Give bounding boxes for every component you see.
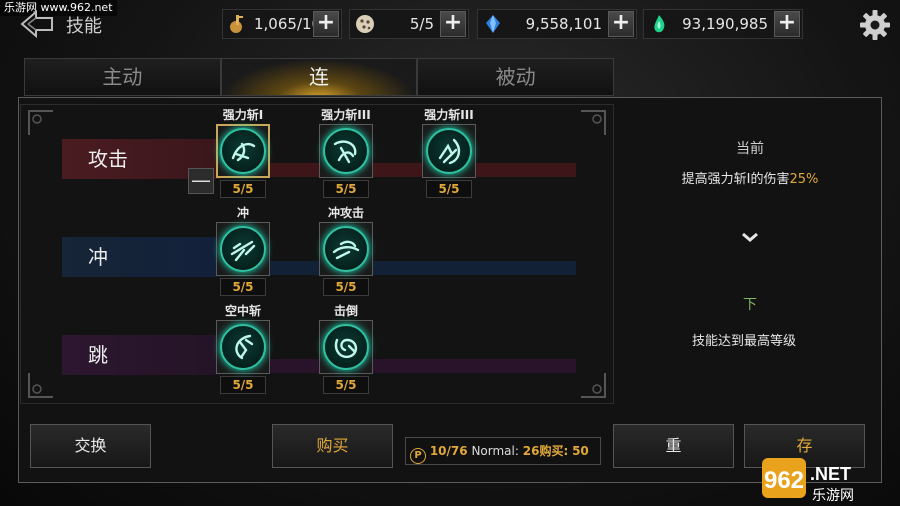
- dash-attack-skill-icon: [323, 226, 369, 272]
- key-icon: [226, 12, 250, 36]
- current-description: 提高强力斩I的伤害25%: [620, 168, 880, 187]
- skill-name: 强力斩III: [424, 108, 474, 122]
- chevron-down-icon: [620, 230, 880, 248]
- skill-orb[interactable]: [216, 320, 270, 374]
- page-title: 技能: [66, 16, 102, 37]
- current-label: 当前: [736, 141, 764, 157]
- skill-knockdown[interactable]: 击倒 5/5: [319, 304, 373, 394]
- add-keys-button[interactable]: +: [313, 11, 339, 37]
- slash-skill-icon: [323, 128, 369, 174]
- back-icon[interactable]: [18, 8, 58, 40]
- next-label: 下: [743, 297, 757, 313]
- cookie-count: 5/5: [409, 15, 434, 33]
- skill-dash[interactable]: 冲 5/5: [216, 206, 270, 296]
- resource-crystals: 9,558,101 +: [477, 9, 637, 39]
- tab-active-skills[interactable]: 主动: [24, 58, 221, 96]
- skill-name: 空中斩: [224, 304, 261, 318]
- skill-level: 5/5: [323, 180, 369, 198]
- air-slash-skill-icon: [220, 324, 266, 370]
- swap-button[interactable]: 交换: [30, 424, 151, 468]
- slash-skill-icon: [426, 128, 472, 174]
- gear-icon[interactable]: [858, 8, 892, 42]
- logo-number: 962: [764, 467, 804, 494]
- site-logo-watermark: 962 .NET 乐游网: [760, 452, 900, 506]
- skill-orb-selected[interactable]: [216, 124, 270, 178]
- corner-ornament: [579, 371, 607, 399]
- skill-level: 5/5: [220, 180, 266, 198]
- collapse-button[interactable]: —: [188, 168, 214, 194]
- buy-button[interactable]: 购买: [272, 424, 393, 468]
- game-screen: 乐游网 www.962.net 技能 1,065/10 + 5/5 + 9,55…: [0, 0, 900, 506]
- skill-power-slash-3[interactable]: 强力斩III 5/5: [422, 108, 476, 198]
- resource-cookies: 5/5 +: [349, 9, 469, 39]
- points-buy-value: 50: [572, 444, 589, 458]
- add-souls-button[interactable]: +: [774, 11, 800, 37]
- slash-skill-icon: [220, 128, 266, 174]
- points-buy-label: 购买:: [539, 444, 569, 458]
- skill-points-display: P 10/76 Normal: 26购买: 50: [405, 437, 601, 465]
- skill-name: 强力斩I: [222, 108, 264, 122]
- skill-tabs: 主动 连 被动: [24, 58, 615, 96]
- dash-skill-icon: [220, 226, 266, 272]
- points-icon: P: [410, 448, 426, 464]
- green-soul-icon: [647, 12, 671, 36]
- knockdown-skill-icon: [323, 324, 369, 370]
- next-description: 技能达到最高等级: [691, 334, 796, 349]
- skill-power-slash-2[interactable]: 强力斩III 5/5: [319, 108, 373, 198]
- add-cookies-button[interactable]: +: [440, 11, 466, 37]
- skill-name: 击倒: [333, 304, 358, 318]
- skill-level: 5/5: [220, 376, 266, 394]
- skill-orb[interactable]: [319, 222, 373, 276]
- points-used: 10/76: [429, 444, 468, 458]
- skill-orb[interactable]: [319, 124, 373, 178]
- row-label-jump: 跳: [62, 335, 220, 375]
- skill-name: 冲攻击: [327, 206, 364, 220]
- skill-level: 5/5: [323, 278, 369, 296]
- skill-orb[interactable]: [319, 320, 373, 374]
- tab-passive-skills[interactable]: 被动: [417, 58, 615, 96]
- points-normal-value: 26: [522, 444, 540, 458]
- skill-dash-attack[interactable]: 冲攻击 5/5: [319, 206, 373, 296]
- current-desc-value: 25%: [789, 172, 819, 187]
- logo-suffix: .NET: [810, 464, 851, 484]
- skill-name: 冲: [236, 206, 249, 220]
- skill-level: 5/5: [426, 180, 472, 198]
- skill-level: 5/5: [220, 278, 266, 296]
- corner-ornament: [27, 109, 55, 137]
- tab-combo-skills[interactable]: 连: [220, 58, 418, 96]
- soul-count: 93,190,985: [682, 15, 768, 33]
- skill-power-slash-1[interactable]: 强力斩I 5/5: [216, 108, 270, 198]
- corner-ornament: [579, 109, 607, 137]
- key-count: 1,065/10: [254, 15, 313, 33]
- logo-cn: 乐游网: [812, 488, 854, 504]
- resource-souls: 93,190,985 +: [643, 9, 803, 39]
- skill-orb[interactable]: [422, 124, 476, 178]
- skill-name: 强力斩III: [321, 108, 371, 122]
- skill-level: 5/5: [323, 376, 369, 394]
- row-label-dash: 冲: [62, 237, 220, 277]
- corner-ornament: [27, 371, 55, 399]
- blue-crystal-icon: [481, 12, 505, 36]
- crystal-count: 9,558,101: [525, 15, 602, 33]
- skill-orb[interactable]: [216, 222, 270, 276]
- resource-keys: 1,065/10 +: [222, 9, 342, 39]
- reset-button[interactable]: 重: [613, 424, 734, 468]
- add-crystals-button[interactable]: +: [608, 11, 634, 37]
- cookie-icon: [353, 12, 377, 36]
- current-desc-text: 提高强力斩I的伤害: [681, 172, 790, 187]
- skill-info-panel: 当前 提高强力斩I的伤害25% 下 技能达到最高等级: [620, 104, 880, 404]
- skill-air-slash[interactable]: 空中斩 5/5: [216, 304, 270, 394]
- points-mode: Normal:: [471, 444, 519, 458]
